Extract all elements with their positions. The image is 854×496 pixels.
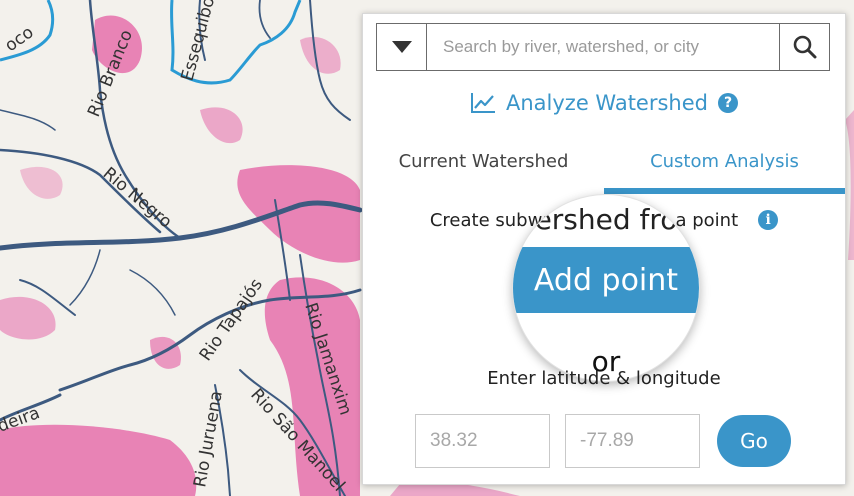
tab-bar: Current Watershed Custom Analysis — [363, 140, 845, 196]
caret-down-icon — [391, 41, 412, 53]
magnifier-lens: ershed fro Add point or — [512, 194, 700, 382]
analyze-watershed-header: Analyze Watershed ? — [363, 88, 845, 118]
analysis-panel: Analyze Watershed ? Current Watershed Cu… — [362, 13, 846, 485]
latitude-input[interactable] — [415, 414, 550, 468]
info-icon[interactable]: i — [758, 210, 779, 230]
line-chart-icon — [470, 93, 495, 113]
help-icon[interactable]: ? — [718, 93, 738, 113]
active-tab-indicator — [604, 188, 845, 194]
latlng-label: Enter latitude & longitude — [487, 368, 721, 389]
longitude-input[interactable] — [565, 414, 700, 468]
dropdown-toggle-button[interactable] — [377, 24, 427, 70]
add-point-button[interactable]: Add point — [513, 247, 699, 313]
tab-custom-analysis[interactable]: Custom Analysis — [604, 140, 845, 182]
go-button[interactable]: Go — [717, 415, 791, 467]
tab-current-watershed[interactable]: Current Watershed — [363, 140, 604, 182]
magnifier-icon — [793, 35, 816, 59]
analyze-watershed-title: Analyze Watershed — [505, 91, 708, 115]
search-input[interactable] — [427, 24, 779, 70]
search-bar — [376, 23, 830, 71]
magnifier-zoomed-text: ershed fro — [534, 203, 678, 236]
search-button[interactable] — [779, 24, 829, 70]
